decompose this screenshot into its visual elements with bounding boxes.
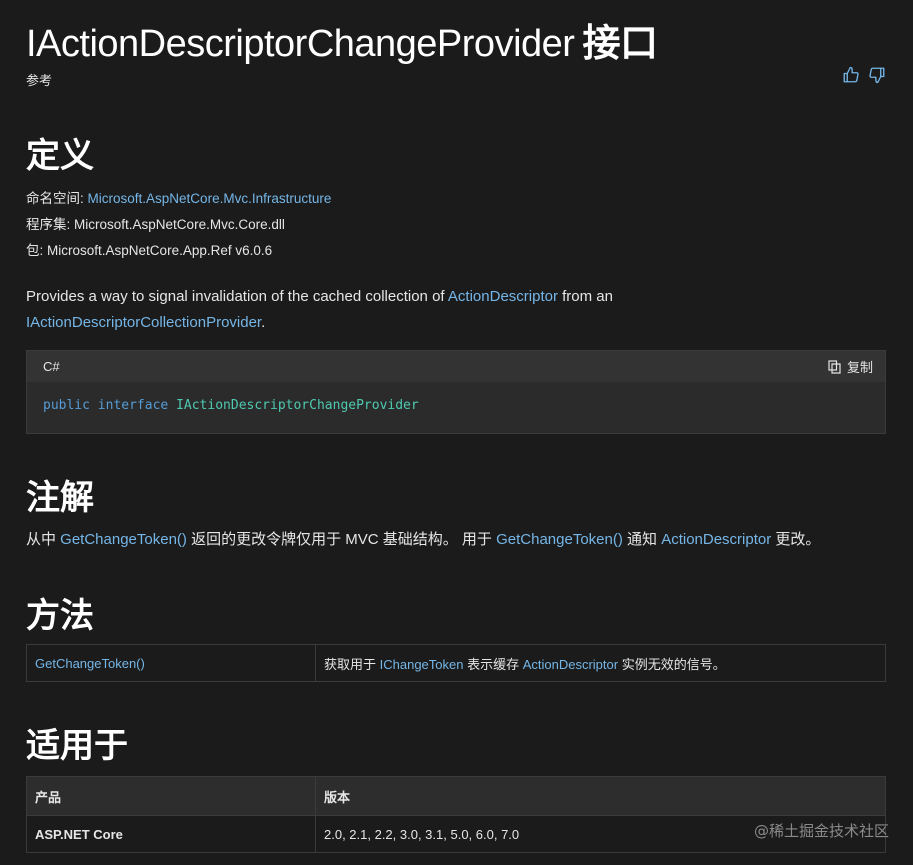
namespace-line: 命名空间: Microsoft.AspNetCore.Mvc.Infrastru… bbox=[26, 187, 331, 207]
column-header-version: 版本 bbox=[315, 776, 886, 816]
reference-label: 参考 bbox=[26, 73, 53, 88]
copy-button[interactable]: 复制 bbox=[828, 357, 873, 376]
watermark-text: @稀土掘金技术社区 bbox=[753, 822, 889, 840]
column-header-product: 产品 bbox=[26, 776, 316, 816]
assembly-value: Microsoft.AspNetCore.Mvc.Core.dll bbox=[74, 217, 285, 232]
assembly-line: 程序集: Microsoft.AspNetCore.Mvc.Core.dll bbox=[26, 213, 285, 233]
method-get-change-token-link[interactable]: GetChangeToken() bbox=[35, 656, 145, 671]
remarks-get-change-token-link-1[interactable]: GetChangeToken() bbox=[60, 531, 187, 548]
method-description-cell: 获取用于 IChangeToken 表示缓存 ActionDescriptor … bbox=[315, 644, 886, 682]
code-keyword-public: public bbox=[43, 398, 90, 413]
remarks-get-change-token-link-2[interactable]: GetChangeToken() bbox=[496, 531, 623, 548]
package-line: 包: Microsoft.AspNetCore.App.Ref v6.0.6 bbox=[26, 239, 272, 259]
method-desc-part3: 实例无效的信号。 bbox=[618, 656, 726, 672]
namespace-link[interactable]: Microsoft.AspNetCore.Mvc.Infrastructure bbox=[88, 191, 332, 206]
remarks-part4: 更改。 bbox=[771, 531, 821, 548]
table-header-row: 产品 版本 bbox=[26, 776, 886, 816]
page-title-text: IActionDescriptorChangeProvider bbox=[26, 23, 575, 65]
collection-provider-link[interactable]: IActionDescriptorCollectionProvider bbox=[26, 314, 261, 331]
code-keyword-interface: interface bbox=[97, 398, 169, 413]
thumbs-up-button[interactable] bbox=[842, 66, 860, 84]
method-desc-part2: 表示缓存 bbox=[463, 656, 523, 672]
remarks-paragraph: 从中 GetChangeToken() 返回的更改令牌仅用于 MVC 基础结构。… bbox=[26, 528, 820, 549]
thumbs-down-button[interactable] bbox=[868, 66, 886, 84]
method-action-descriptor-link[interactable]: ActionDescriptor bbox=[523, 657, 618, 672]
remarks-part2: 返回的更改令牌仅用于 MVC 基础结构。 用于 bbox=[186, 531, 497, 548]
namespace-label: 命名空间: bbox=[26, 191, 84, 206]
method-name-cell: GetChangeToken() bbox=[26, 644, 316, 682]
applies-to-heading: 适用于 bbox=[26, 726, 128, 766]
code-type-name: IActionDescriptorChangeProvider bbox=[176, 398, 419, 413]
feedback-buttons bbox=[842, 66, 886, 84]
code-language: C# bbox=[43, 359, 60, 374]
remarks-part1: 从中 bbox=[26, 531, 61, 548]
definition-heading: 定义 bbox=[26, 136, 94, 176]
methods-heading: 方法 bbox=[26, 596, 94, 636]
thumbs-up-icon bbox=[843, 66, 859, 83]
code-block: C# 复制 public interface IActionDescriptor… bbox=[26, 350, 886, 434]
summary-suffix: . bbox=[261, 314, 266, 331]
page-title: IActionDescriptorChangeProvider 接口 bbox=[26, 12, 658, 67]
copy-label: 复制 bbox=[846, 360, 873, 375]
page-title-suffix: 接口 bbox=[582, 21, 658, 65]
summary-paragraph: Provides a way to signal invalidation of… bbox=[26, 284, 886, 336]
table-row: GetChangeToken() 获取用于 IChangeToken 表示缓存 … bbox=[26, 644, 886, 682]
remarks-part3: 通知 bbox=[622, 531, 662, 548]
remarks-heading: 注解 bbox=[26, 478, 94, 518]
code-content: public interface IActionDescriptorChange… bbox=[27, 382, 885, 413]
ichange-token-link[interactable]: IChangeToken bbox=[380, 657, 464, 672]
methods-table: GetChangeToken() 获取用于 IChangeToken 表示缓存 … bbox=[26, 644, 886, 682]
action-descriptor-link[interactable]: ActionDescriptor bbox=[448, 288, 558, 305]
summary-middle: from an bbox=[557, 288, 613, 305]
remarks-action-descriptor-link[interactable]: ActionDescriptor bbox=[661, 531, 771, 548]
product-cell: ASP.NET Core bbox=[26, 815, 316, 853]
thumbs-down-icon bbox=[869, 67, 885, 84]
code-header: C# 复制 bbox=[27, 351, 885, 382]
copy-icon bbox=[828, 359, 841, 374]
package-label: 包: bbox=[26, 243, 44, 258]
package-value: Microsoft.AspNetCore.App.Ref v6.0.6 bbox=[47, 243, 273, 258]
method-desc-part1: 获取用于 bbox=[324, 656, 380, 672]
assembly-label: 程序集: bbox=[26, 217, 71, 232]
summary-prefix: Provides a way to signal invalidation of… bbox=[26, 288, 448, 305]
applies-to-table: 产品 版本 ASP.NET Core 2.0, 2.1, 2.2, 3.0, 3… bbox=[26, 776, 886, 853]
